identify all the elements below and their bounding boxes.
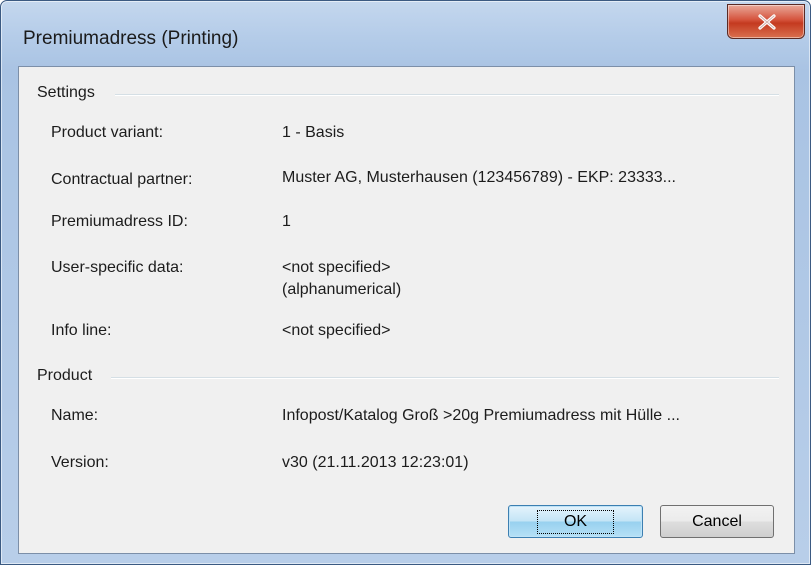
title-bar[interactable]: Premiumadress (Printing) <box>1 1 810 65</box>
contractual-partner-value: Muster AG, Musterhausen (123456789) - EK… <box>282 169 676 186</box>
product-divider <box>111 377 779 379</box>
info-line-label: Info line: <box>51 322 112 339</box>
cancel-button[interactable]: Cancel <box>660 505 774 538</box>
premiumadress-id-value: 1 <box>282 213 291 230</box>
product-variant-label: Product variant: <box>51 124 164 141</box>
settings-group-label: Settings <box>37 84 101 102</box>
close-button[interactable] <box>727 4 805 39</box>
contractual-partner-label: Contractual partner: <box>51 171 193 188</box>
product-variant-value: 1 - Basis <box>282 124 345 141</box>
dialog-body: Settings Product variant: 1 - Basis Cont… <box>18 66 795 554</box>
version-label: Version: <box>51 454 109 471</box>
cancel-button-label: Cancel <box>692 512 742 530</box>
product-group-label: Product <box>37 367 99 385</box>
user-specific-data-line2: (alphanumerical) <box>282 281 402 298</box>
premiumadress-id-label: Premiumadress ID: <box>51 213 188 230</box>
dialog-window: Premiumadress (Printing) Settings Produc… <box>0 0 811 565</box>
ok-button[interactable]: OK <box>508 505 643 538</box>
settings-divider <box>115 94 779 96</box>
close-icon <box>758 14 776 30</box>
info-line-value: <not specified> <box>282 322 391 339</box>
ok-button-label: OK <box>536 509 615 534</box>
user-specific-data-value: <not specified> (alphanumerical) <box>282 257 401 301</box>
version-value: v30 (21.11.2013 12:23:01) <box>282 454 469 471</box>
product-name-label: Name: <box>51 407 99 424</box>
window-title: Premiumadress (Printing) <box>23 28 239 49</box>
user-specific-data-line1: <not specified> <box>282 259 391 276</box>
product-name-value: Infopost/Katalog Groß >20g Premiumadress… <box>282 407 680 424</box>
user-specific-data-label: User-specific data: <box>51 259 184 276</box>
